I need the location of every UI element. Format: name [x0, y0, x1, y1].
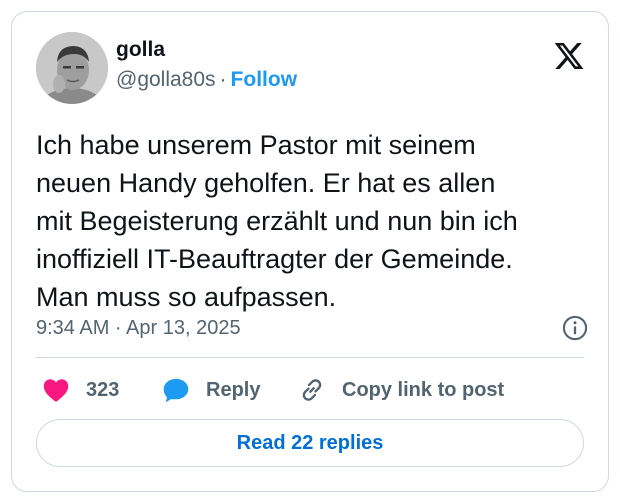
- handle-row: @golla80s · Follow: [116, 66, 297, 94]
- heart-icon: [42, 377, 70, 403]
- handle[interactable]: @golla80s: [116, 68, 216, 91]
- read-replies-button[interactable]: Read 22 replies: [36, 419, 584, 467]
- reply-label: Reply: [206, 378, 261, 401]
- follow-button[interactable]: Follow: [231, 68, 298, 91]
- x-logo-icon[interactable]: [553, 40, 585, 72]
- divider: [36, 357, 584, 358]
- speech-bubble-icon: [162, 377, 190, 403]
- like-count: 323: [86, 378, 120, 401]
- tweet-header: golla @golla80s · Follow: [36, 32, 588, 108]
- info-icon[interactable]: [561, 314, 589, 342]
- copy-link-button[interactable]: Copy link to post: [298, 372, 504, 408]
- avatar-photo: [36, 32, 108, 104]
- link-icon: [298, 376, 326, 404]
- like-button[interactable]: 323: [42, 372, 119, 408]
- separator-dot: ·: [219, 68, 227, 91]
- author-names: golla @golla80s · Follow: [116, 36, 297, 94]
- tweet-card: golla @golla80s · Follow Ich habe unserem …: [11, 11, 609, 492]
- display-name[interactable]: golla: [116, 36, 297, 64]
- read-replies-label: Read 22 replies: [236, 431, 384, 454]
- action-bar: 323 Reply Copy link to post: [36, 372, 584, 408]
- copy-link-label: Copy link to post: [342, 378, 505, 401]
- tweet-timestamp[interactable]: 9:34 AM · Apr 13, 2025: [36, 314, 241, 342]
- reply-button[interactable]: Reply: [162, 372, 260, 408]
- tweet-text: Ich habe unserem Pastor mit seinem neuen…: [36, 130, 518, 312]
- avatar[interactable]: [36, 32, 108, 104]
